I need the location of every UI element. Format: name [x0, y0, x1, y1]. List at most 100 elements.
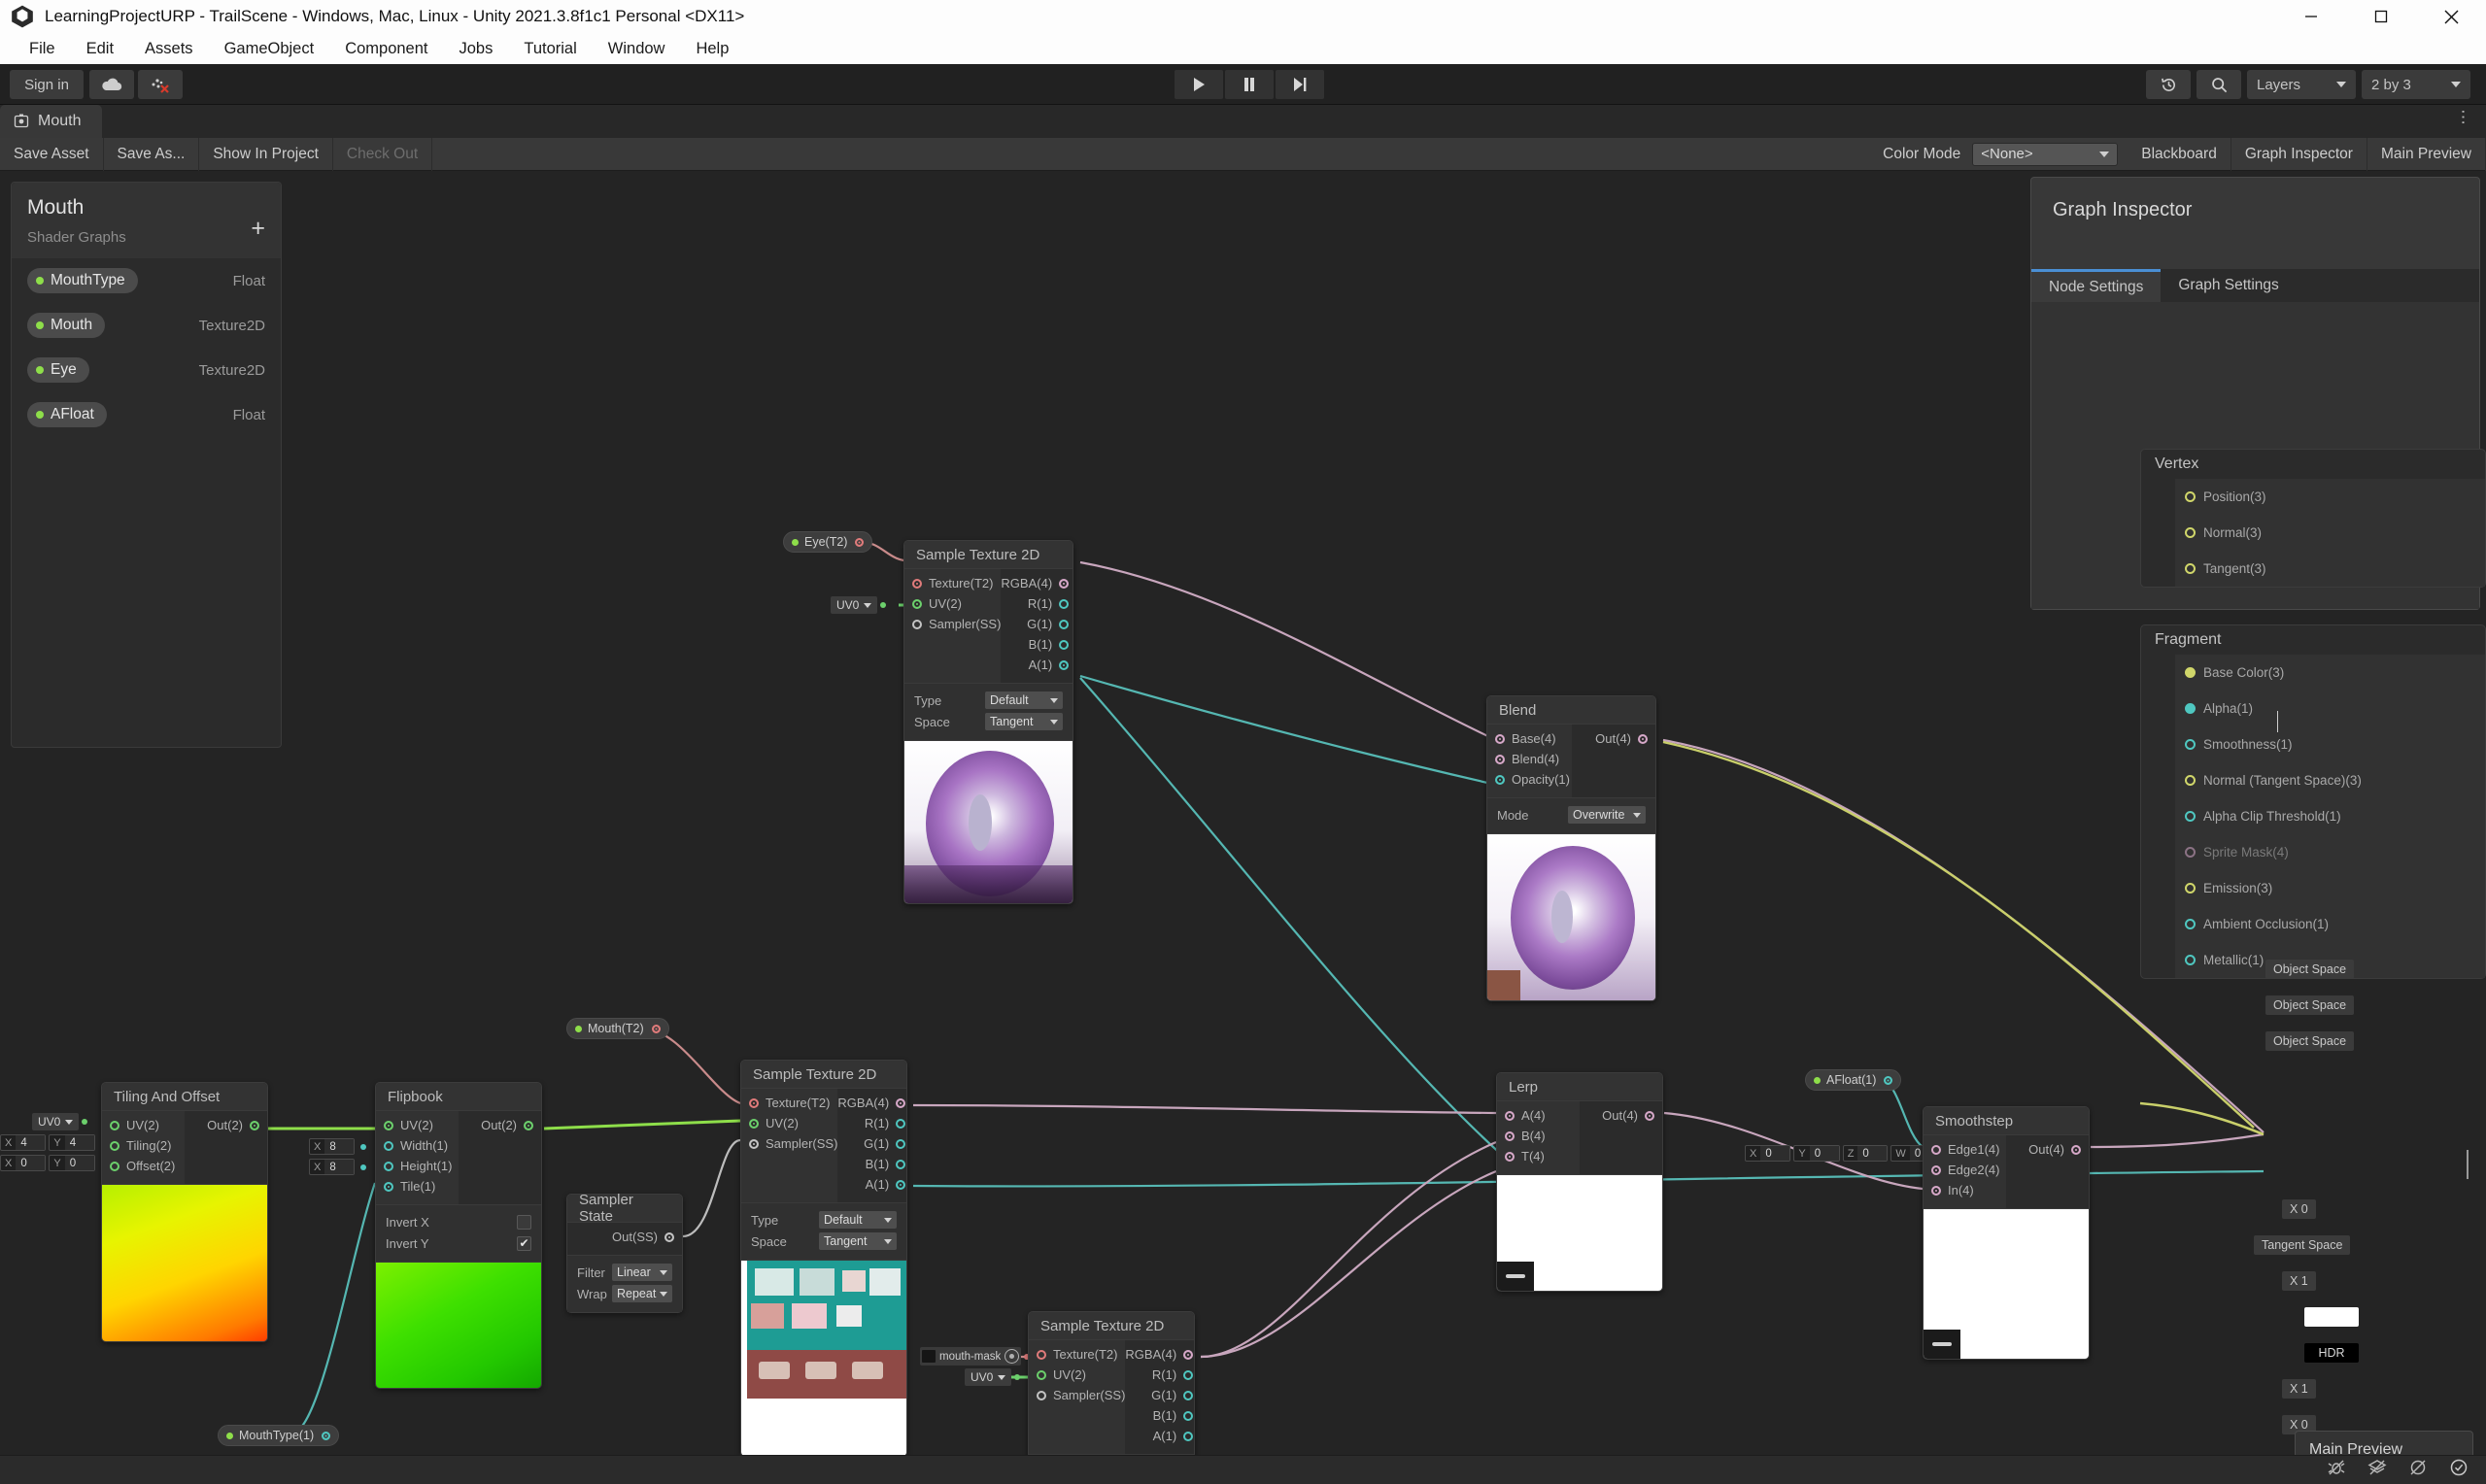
property-node-afloat[interactable]: AFloat(1) [1805, 1069, 1902, 1091]
node-smoothstep[interactable]: Smoothstep Edge1(4) Edge2(4) In(4) Out(4… [1923, 1106, 2090, 1360]
socket-icon[interactable] [896, 1118, 906, 1129]
blackboard-toggle-button[interactable]: Blackboard [2128, 137, 2231, 171]
port-r[interactable]: R(1) [1125, 1365, 1201, 1385]
port-out[interactable]: Out(2) [459, 1115, 541, 1135]
socket-icon[interactable] [1059, 659, 1070, 670]
mode-dropdown[interactable]: Overwrite [1568, 806, 1646, 824]
color-mode-dropdown[interactable]: <None> [1972, 142, 2119, 166]
port-texture[interactable]: Texture(T2) [1029, 1344, 1125, 1365]
port-out[interactable]: Out(2) [185, 1115, 267, 1135]
property-pill[interactable]: Eye [27, 357, 89, 383]
socket-icon[interactable] [912, 578, 922, 589]
uv-channel-selector[interactable]: UV0 [32, 1113, 88, 1130]
socket-icon[interactable] [1505, 1151, 1515, 1162]
fragment-port-sprite-mask[interactable]: Sprite Mask(4) [2175, 834, 2485, 870]
socket-icon[interactable] [524, 1120, 533, 1130]
tab-mouth-shadergraph[interactable]: Mouth [0, 105, 103, 138]
socket-icon[interactable] [110, 1161, 119, 1171]
socket-icon[interactable] [749, 1097, 759, 1108]
port-edge1[interactable]: Edge1(4) [1924, 1139, 2006, 1160]
node-tiling-and-offset[interactable]: Tiling And Offset UV(2) Tiling(2) Offset… [101, 1082, 268, 1342]
sign-in-button[interactable]: Sign in [10, 70, 84, 99]
socket-icon[interactable] [2185, 955, 2196, 965]
port-tile[interactable]: Tile(1) [376, 1176, 459, 1197]
socket-icon[interactable] [1183, 1410, 1194, 1421]
wrap-dropdown[interactable]: Repeat [612, 1285, 672, 1302]
vector-x-value[interactable]: 0 [16, 1156, 46, 1170]
step-icon[interactable] [1276, 70, 1324, 99]
vertex-port-tangent[interactable]: Tangent(3) [2175, 551, 2485, 587]
vector-x-field[interactable]: X0 [1745, 1145, 1791, 1162]
socket-icon[interactable] [1037, 1349, 1046, 1360]
property-node-mouthtype[interactable]: MouthType(1) [218, 1425, 340, 1446]
node-sample-texture-2d-mouth[interactable]: Sample Texture 2D Texture(T2) UV(2) Samp… [740, 1060, 907, 1455]
vertex-tangent-space-field[interactable]: Object Space [2265, 1031, 2355, 1051]
invert-x-checkbox[interactable] [517, 1214, 531, 1230]
fragment-port-alpha-clip-threshold[interactable]: Alpha Clip Threshold(1) [2175, 798, 2485, 834]
port-sampler[interactable]: Sampler(SS) [1029, 1385, 1125, 1405]
socket-icon[interactable] [1638, 733, 1648, 744]
fragment-block[interactable]: Fragment Base Color(3) Alpha(1) Smoothne… [2140, 624, 2486, 979]
fragment-port-ambient-occlusion[interactable]: Ambient Occlusion(1) [2175, 906, 2485, 942]
vector-x-value[interactable]: 8 [324, 1139, 355, 1154]
blackboard-property-row[interactable]: Eye Texture2D [12, 348, 281, 392]
fragment-ambient-occlusion-field[interactable]: X 1 [2282, 1379, 2316, 1399]
menu-file[interactable]: File [14, 33, 71, 64]
offset-vector2-field[interactable]: X0 Y0 [0, 1155, 107, 1171]
port-rgba[interactable]: RGBA(4) [837, 1093, 913, 1113]
socket-icon[interactable] [1645, 1110, 1654, 1121]
port-r[interactable]: R(1) [837, 1113, 913, 1133]
output-socket[interactable] [1884, 1075, 1893, 1085]
port-offset[interactable]: Offset(2) [102, 1156, 185, 1176]
socket-icon[interactable] [1183, 1349, 1194, 1360]
socket-icon[interactable] [749, 1118, 759, 1129]
socket-icon[interactable] [896, 1179, 906, 1190]
search-icon[interactable] [2197, 70, 2241, 99]
uv-dropdown[interactable]: UV0 [831, 596, 878, 614]
socket-icon[interactable] [912, 619, 922, 629]
account-icon[interactable] [138, 70, 183, 99]
fragment-alpha-clip-field[interactable]: X 1 [2282, 1271, 2316, 1291]
uv-channel-selector[interactable]: UV0 [831, 596, 887, 614]
save-asset-button[interactable]: Save Asset [0, 137, 104, 171]
property-pill[interactable]: Mouth [27, 313, 106, 338]
vector-y-field[interactable]: Y0 [49, 1155, 95, 1171]
port-rgba[interactable]: RGBA(4) [1125, 1344, 1201, 1365]
port-base[interactable]: Base(4) [1487, 728, 1572, 749]
vector-y-value[interactable]: 4 [64, 1135, 94, 1150]
pause-icon[interactable] [1225, 70, 1274, 99]
vector-y-value[interactable]: 0 [64, 1156, 94, 1170]
socket-icon[interactable] [2185, 847, 2196, 858]
node-sample-texture-2d-eye[interactable]: Sample Texture 2D Texture(T2) UV(2) Samp… [903, 540, 1073, 904]
socket-icon[interactable] [384, 1140, 393, 1151]
vector-y-value[interactable]: 0 [1809, 1146, 1839, 1161]
menu-gameobject[interactable]: GameObject [209, 33, 330, 64]
port-uv[interactable]: UV(2) [102, 1115, 185, 1135]
type-dropdown[interactable]: Default [819, 1211, 897, 1229]
port-a[interactable]: A(4) [1497, 1105, 1580, 1126]
bug-off-icon[interactable] [2327, 1458, 2346, 1482]
property-pill[interactable]: MouthType [27, 268, 138, 293]
port-width[interactable]: Width(1) [376, 1135, 459, 1156]
socket-icon[interactable] [912, 598, 922, 609]
tab-graph-settings[interactable]: Graph Settings [2161, 269, 2296, 302]
socket-icon[interactable] [749, 1138, 759, 1149]
fragment-smoothness-field[interactable]: X 0 [2282, 1199, 2316, 1219]
socket-icon[interactable] [2185, 667, 2196, 678]
socket-icon[interactable] [2185, 491, 2196, 502]
port-t[interactable]: T(4) [1497, 1146, 1580, 1166]
socket-icon[interactable] [2185, 703, 2196, 714]
menu-tutorial[interactable]: Tutorial [508, 33, 592, 64]
tiling-vector2-field[interactable]: X4 Y4 [0, 1134, 107, 1151]
socket-icon[interactable] [1059, 639, 1070, 650]
close-icon[interactable] [2416, 0, 2486, 33]
port-out-ss[interactable]: Out(SS) [577, 1227, 682, 1247]
port-r[interactable]: R(1) [1001, 593, 1076, 614]
property-node-mouth[interactable]: Mouth(T2) [566, 1018, 669, 1039]
socket-icon[interactable] [1183, 1431, 1194, 1441]
maximize-icon[interactable] [2346, 0, 2416, 33]
socket-icon[interactable] [664, 1231, 674, 1242]
socket-icon[interactable] [1059, 619, 1070, 629]
port-out[interactable]: Out(4) [1572, 728, 1656, 749]
socket-icon[interactable] [2185, 775, 2196, 786]
